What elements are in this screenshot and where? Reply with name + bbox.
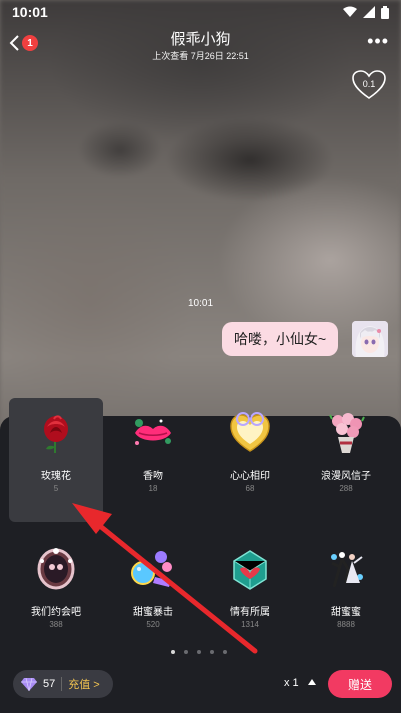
page-title: 假乖小狗 [170,31,231,48]
magic-box-icon [233,550,267,590]
gift-price: 520 [146,620,160,629]
gift-item-kiss[interactable]: 香吻 18 [106,398,200,522]
gift-price: 8888 [337,620,355,629]
diamond-icon [21,677,37,691]
quantity-selector[interactable]: x 1 [284,677,299,689]
gift-price: 5 [53,484,59,493]
page-dot[interactable] [197,650,201,654]
date-mirror-icon [37,548,75,590]
gift-price: 68 [245,484,255,493]
diamond-count: 57 [43,678,56,690]
gift-item-belonging[interactable]: 情有所属 1314 [203,534,297,658]
candy-balloon-icon [131,551,172,587]
kiss-lips-icon [135,419,171,445]
anime-girl-avatar-icon [352,321,388,357]
caret-up-icon[interactable] [308,679,316,685]
clock: 10:01 [12,4,48,20]
gift-name: 玫瑰花 [41,471,71,482]
gift-name: 香吻 [143,471,163,482]
gift-name: 情有所属 [230,607,270,618]
gift-item-heart-rings[interactable]: 心心相印 68 [203,398,297,522]
gift-name: 甜蜜蜜 [331,607,361,618]
signal-icon [363,6,375,18]
gift-name: 甜蜜暴击 [133,607,173,618]
wifi-icon [343,6,357,17]
dancing-couple-icon [331,552,363,588]
gift-price: 18 [148,484,158,493]
gift-page-indicator [171,650,227,654]
gift-name: 我们约会吧 [31,607,81,618]
gift-price: 388 [49,620,63,629]
gift-item-sweet-honey[interactable]: 甜蜜蜜 8888 [299,534,393,658]
gift-item-date[interactable]: 我们约会吧 388 [9,534,103,658]
diamond-balance: 57 充值 > [13,670,113,698]
gift-name: 浪漫风信子 [321,471,371,482]
send-gift-button[interactable]: 赠送 [328,670,392,698]
gift-item-hyacinth-bouquet[interactable]: 浪漫风信子 288 [299,398,393,522]
recharge-button[interactable]: 充值 > [68,676,99,692]
message-text: 哈喽，小仙女~ [234,331,327,347]
page-dot[interactable] [184,650,188,654]
gift-item-rose[interactable]: 玫瑰花 5 [9,398,103,522]
page-dot[interactable] [210,650,214,654]
divider [61,677,63,691]
message-timestamp: 10:01 [187,298,214,309]
more-options-button[interactable]: ••• [367,32,389,50]
flower-bouquet-icon [329,413,365,453]
intimacy-value: 0.1 [362,79,376,89]
chat-header: 1 假乖小狗 上次查看 7月26日 22:51 ••• [0,24,401,64]
gift-price: 1314 [241,620,259,629]
intimacy-heart-button[interactable]: 0.1 [352,70,386,100]
battery-icon [381,5,389,19]
message-bubble[interactable]: 哈喽，小仙女~ [222,322,339,356]
status-bar: 10:01 [0,0,401,24]
page-dot[interactable] [171,650,175,654]
page-dot[interactable] [223,650,227,654]
gift-name: 心心相印 [230,471,270,482]
gift-item-sweet-strike[interactable]: 甜蜜暴击 520 [106,534,200,658]
last-seen-text: 上次查看 7月26日 22:51 [152,51,249,61]
rose-icon [44,415,68,453]
gift-price: 288 [339,484,353,493]
avatar[interactable] [352,321,388,357]
heart-rings-icon [230,412,270,452]
